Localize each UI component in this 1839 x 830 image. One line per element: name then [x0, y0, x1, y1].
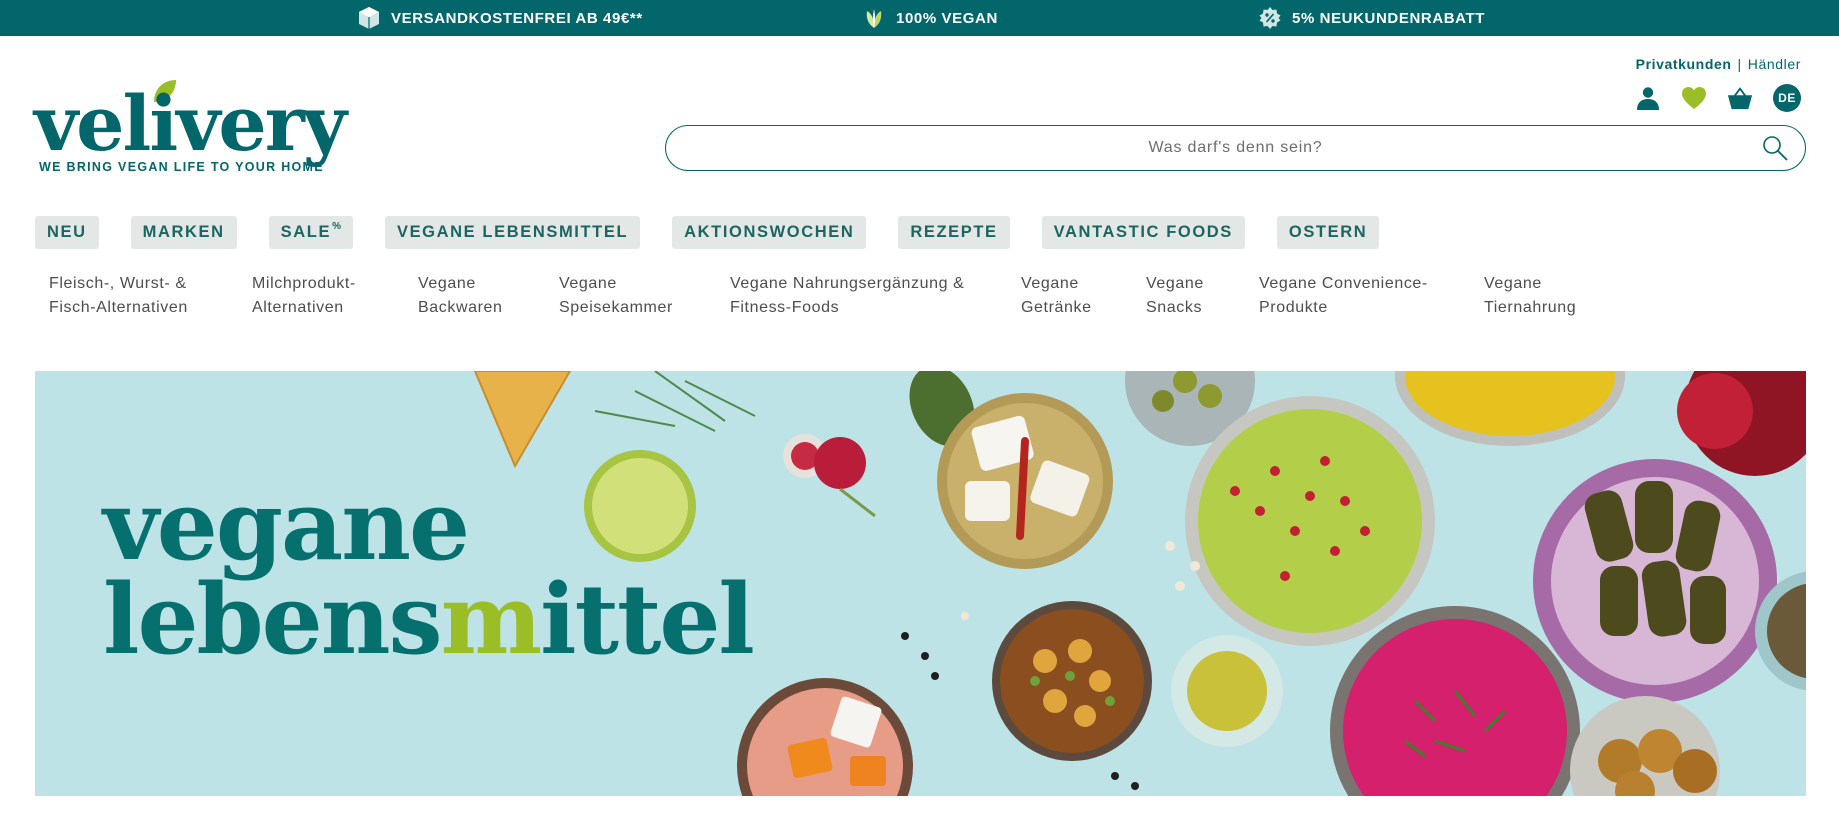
hero-headline-accent: m	[440, 563, 543, 677]
subnav-item-convenience[interactable]: Vegane Convenience- Produkte	[1259, 272, 1428, 320]
hero-headline-line1: vegane	[103, 469, 470, 582]
account-icon[interactable]	[1635, 85, 1661, 111]
segment-private-link[interactable]: Privatkunden	[1636, 56, 1732, 72]
nav-item-label: VEGANE LEBENSMITTEL	[396, 223, 629, 241]
subnav-item-nahrungsergaenzung[interactable]: Vegane Nahrungsergänzung & Fitness-Foods	[730, 272, 964, 320]
usp-discount: 5% NEUKUNDENRABATT	[1258, 0, 1485, 36]
leaf-icon	[862, 6, 886, 30]
segment-separator: |	[1737, 56, 1742, 72]
nav-item-ostern[interactable]: OSTERN	[1276, 216, 1380, 249]
discount-badge-icon	[1258, 6, 1282, 30]
nav-item-label: AKTIONSWOCHEN	[684, 223, 855, 241]
language-switch[interactable]: DE	[1773, 84, 1801, 112]
subnav-item-speisekammer[interactable]: Vegane Speisekammer	[559, 272, 673, 320]
usp-bar: VERSANDKOSTENFREI AB 49€** 100% VEGAN 5%…	[0, 0, 1839, 36]
usp-label: VERSANDKOSTENFREI AB 49€**	[391, 9, 643, 27]
nav-item-label: MARKEN	[142, 223, 225, 241]
usp-label: 100% VEGAN	[896, 9, 998, 27]
package-icon	[357, 6, 381, 30]
main-navigation: NEU MARKEN SALE% VEGANE LEBENSMITTEL AKT…	[35, 216, 1380, 249]
segment-dealer-link[interactable]: Händler	[1748, 56, 1801, 72]
logo-tagline: WE BRING VEGAN LIFE TO YOUR HOME	[39, 160, 324, 174]
search-icon	[1763, 136, 1788, 161]
logo-wordmark: velivery	[34, 79, 347, 168]
nav-item-vantastic-foods[interactable]: VANTASTIC FOODS	[1041, 216, 1245, 249]
search-input[interactable]	[666, 139, 1745, 157]
nav-item-label: OSTERN	[1288, 223, 1368, 241]
nav-item-label: VANTASTIC FOODS	[1053, 223, 1233, 241]
nav-item-aktionswochen[interactable]: AKTIONSWOCHEN	[672, 216, 867, 249]
usp-shipping: VERSANDKOSTENFREI AB 49€**	[357, 0, 643, 36]
subnav-item-tiernahrung[interactable]: Vegane Tiernahrung	[1484, 272, 1576, 320]
header-actions: DE	[1635, 84, 1801, 112]
nav-item-label: NEU	[47, 223, 87, 241]
usp-label: 5% NEUKUNDENRABATT	[1292, 9, 1486, 27]
nav-item-sale[interactable]: SALE%	[268, 216, 353, 249]
heart-icon[interactable]	[1681, 85, 1707, 111]
search-bar	[665, 125, 1806, 171]
nav-item-label: REZEPTE	[910, 223, 998, 241]
nav-item-marken[interactable]: MARKEN	[130, 216, 237, 249]
cart-icon[interactable]	[1727, 85, 1753, 111]
search-button[interactable]	[1745, 126, 1805, 170]
hero-headline: vegane lebensmittel	[103, 469, 755, 677]
subnav-item-milchprodukt-alternativen[interactable]: Milchprodukt- Alternativen	[252, 272, 356, 320]
nav-item-label: SALE	[280, 223, 332, 241]
subnav-item-snacks[interactable]: Vegane Snacks	[1146, 272, 1204, 320]
customer-segment-switch: Privatkunden | Händler	[1636, 56, 1801, 72]
subnav-item-getraenke[interactable]: Vegane Getränke	[1021, 272, 1092, 320]
nav-item-neu[interactable]: NEU	[35, 216, 99, 249]
nav-item-vegane-lebensmittel[interactable]: VEGANE LEBENSMITTEL	[384, 216, 641, 249]
nav-item-rezepte[interactable]: REZEPTE	[898, 216, 1010, 249]
hero-banner[interactable]: vegane lebensmittel	[35, 371, 1806, 796]
hero-headline-line2: lebensmittel	[103, 563, 755, 677]
subnav-item-backwaren[interactable]: Vegane Backwaren	[418, 272, 503, 320]
usp-vegan: 100% VEGAN	[862, 0, 998, 36]
site-logo[interactable]: velivery WE BRING VEGAN LIFE TO YOUR HOM…	[34, 80, 364, 180]
subnav-item-fleisch-alternativen[interactable]: Fleisch-, Wurst- & Fisch-Alternativen	[49, 272, 188, 320]
sale-percent-badge: %	[332, 221, 341, 232]
